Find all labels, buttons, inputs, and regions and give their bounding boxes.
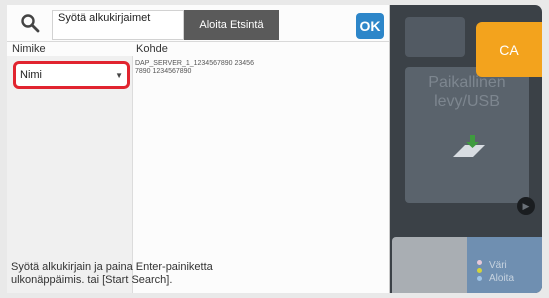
search-panel: Syötä alkukirjaimet Aloita Etsintä OK Ni…: [7, 5, 390, 293]
start-search-button[interactable]: Aloita Etsintä: [184, 10, 279, 40]
title-select[interactable]: Nimi ▼: [13, 61, 130, 89]
background-card-left: [392, 237, 467, 293]
scan-to-drive-icon: [453, 135, 485, 157]
destination-column-label: Kohde: [136, 43, 168, 55]
local-drive-tile: Paikallinen levy/USB: [405, 67, 529, 203]
chevron-down-icon: ▼: [115, 71, 123, 80]
card-start-label: Aloita: [489, 273, 515, 284]
destination-value: DAP_SERVER_1_1234567890 234567890 123456…: [135, 60, 254, 75]
ca-button[interactable]: CA: [476, 22, 542, 77]
column-header-row: Nimike Kohde: [7, 41, 389, 56]
title-column: [7, 56, 133, 293]
local-drive-label: Paikallinen levy/USB: [428, 74, 506, 110]
card-color-label: Väri: [489, 260, 507, 271]
ok-button[interactable]: OK: [356, 13, 384, 39]
hint-text: Syötä alkukirjain ja paina Enter-painike…: [11, 261, 213, 286]
search-input[interactable]: Syötä alkukirjaimet: [52, 10, 184, 40]
title-column-label: Nimike: [12, 43, 46, 55]
search-icon[interactable]: [20, 13, 40, 33]
title-select-value: Nimi: [20, 69, 42, 81]
play-icon: ▶: [517, 197, 535, 215]
background-tile: [405, 17, 465, 57]
color-dots-icon: [477, 260, 483, 284]
